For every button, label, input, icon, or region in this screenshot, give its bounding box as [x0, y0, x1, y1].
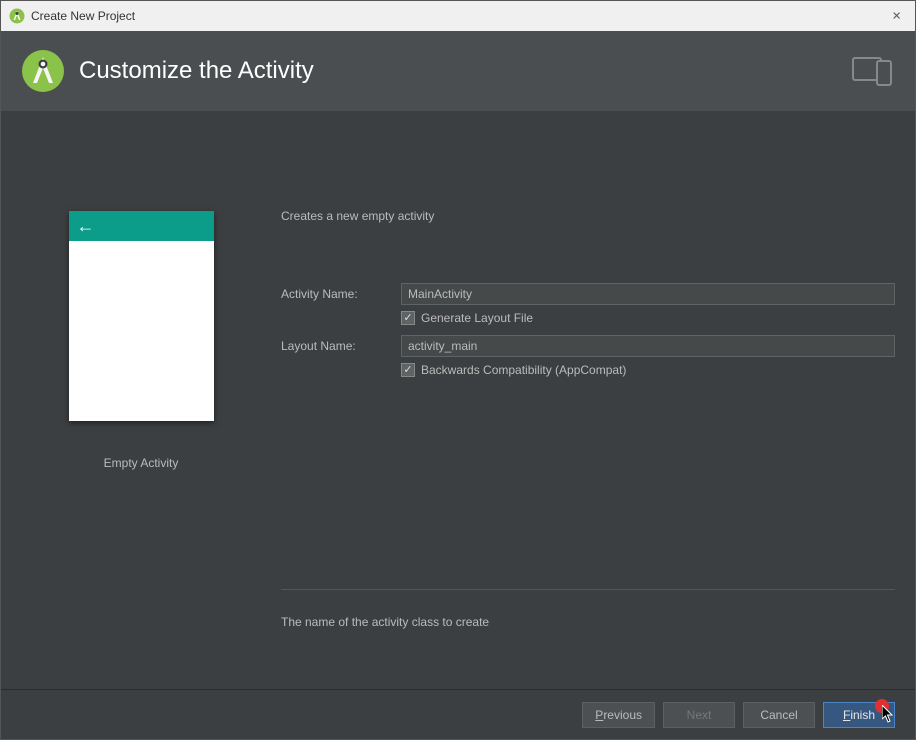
device-icon: [851, 55, 895, 87]
form-description: Creates a new empty activity: [281, 209, 895, 223]
activity-name-label: Activity Name:: [281, 287, 401, 301]
cancel-button[interactable]: Cancel: [743, 702, 815, 728]
page-title: Customize the Activity: [79, 57, 314, 85]
close-icon[interactable]: ×: [892, 8, 901, 25]
preview-appbar: ←: [69, 211, 214, 241]
titlebar: Create New Project ×: [1, 1, 915, 31]
layout-name-input[interactable]: [401, 335, 895, 357]
previous-button[interactable]: Previous: [582, 702, 655, 728]
header-banner: Customize the Activity: [1, 31, 915, 111]
check-icon: ✓: [403, 365, 412, 376]
content-area: ← Empty Activity Creates a new empty act…: [1, 111, 915, 689]
next-button: Next: [663, 702, 735, 728]
backwards-compat-row: ✓ Backwards Compatibility (AppCompat): [281, 363, 895, 377]
check-icon: ✓: [403, 313, 412, 324]
activity-name-input[interactable]: [401, 283, 895, 305]
phone-preview: ←: [69, 211, 214, 421]
back-arrow-icon: ←: [77, 216, 95, 237]
dialog-window: Create New Project × Customize the Activ…: [0, 0, 916, 740]
finish-button[interactable]: Finish: [823, 702, 895, 728]
previous-button-rest: revious: [603, 708, 642, 722]
generate-layout-checkbox[interactable]: ✓: [401, 311, 415, 325]
generate-layout-row: ✓ Generate Layout File: [281, 311, 895, 325]
layout-name-label: Layout Name:: [281, 339, 401, 353]
generate-layout-label: Generate Layout File: [421, 311, 533, 325]
activity-name-row: Activity Name:: [281, 283, 895, 305]
button-bar: Previous Next Cancel Finish: [1, 689, 915, 739]
android-studio-logo-icon: [21, 49, 65, 93]
window-title: Create New Project: [31, 9, 135, 23]
helper-section: The name of the activity class to create: [281, 589, 895, 689]
layout-name-row: Layout Name:: [281, 335, 895, 357]
backwards-compat-checkbox[interactable]: ✓: [401, 363, 415, 377]
preview-panel: ← Empty Activity: [1, 141, 281, 689]
helper-text: The name of the activity class to create: [281, 615, 895, 629]
form-panel: Creates a new empty activity Activity Na…: [281, 141, 915, 689]
backwards-compat-label: Backwards Compatibility (AppCompat): [421, 363, 626, 377]
preview-caption: Empty Activity: [104, 456, 179, 470]
finish-button-rest: inish: [850, 708, 875, 722]
android-studio-icon: [9, 8, 25, 24]
